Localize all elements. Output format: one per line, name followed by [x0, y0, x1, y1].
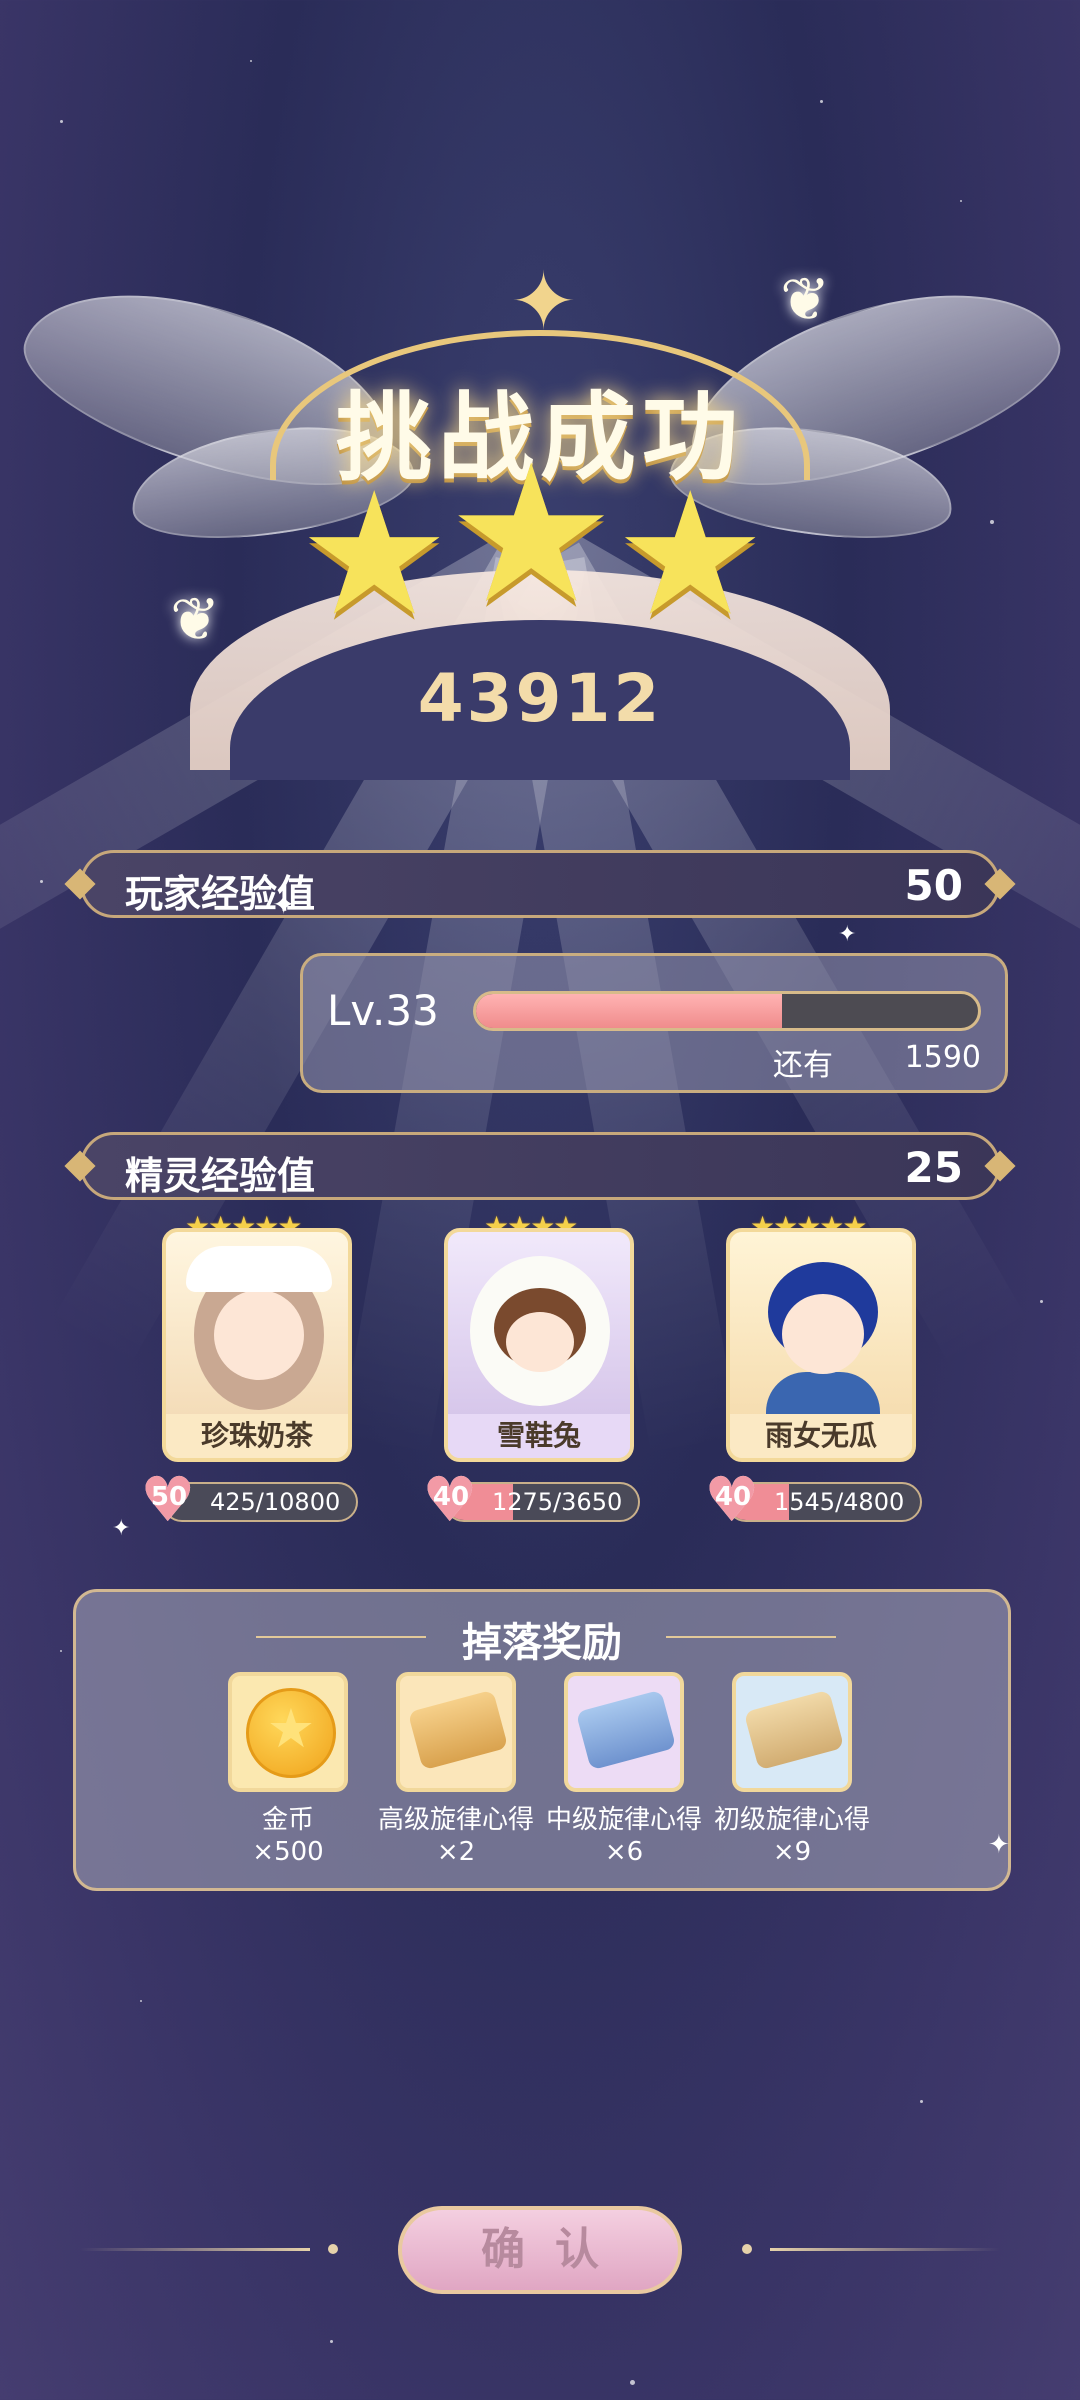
sparkle-icon: ✦	[272, 888, 296, 921]
butterfly-icon: ❦	[170, 585, 221, 655]
player-exp-bar: 玩家经验值 50	[64, 850, 1016, 918]
player-level-progress-fill	[476, 994, 783, 1028]
spirit-name: 珍珠奶茶	[166, 1414, 348, 1458]
sparkle-icon: ✦	[112, 1516, 131, 1541]
divider	[666, 1636, 836, 1638]
reward-count: ×500	[252, 1837, 324, 1867]
spirit-portrait	[166, 1232, 348, 1417]
reward-label: 中级旋律心得 ×6	[534, 1804, 714, 1868]
bar-cap	[984, 1150, 1016, 1182]
reward-name: 中级旋律心得	[545, 1805, 702, 1835]
spirit-level: 40	[432, 1482, 470, 1512]
player-level-panel: Lv.33 还有 1590	[300, 953, 1008, 1093]
player-exp-value: 50	[904, 861, 963, 910]
reward-item-advanced-melody[interactable]	[396, 1672, 516, 1792]
level-heart-badge: ♥ 40	[704, 1469, 762, 1531]
reward-name: 高级旋律心得	[377, 1805, 534, 1835]
spirit-exp-text: 425/10800	[210, 1488, 341, 1516]
sparkle-icon: ✦	[838, 922, 857, 947]
spirit-portrait	[730, 1232, 912, 1432]
rewards-title: 掉落奖励	[462, 1620, 622, 1666]
scroll-tan-icon	[743, 1689, 845, 1771]
scroll-gold-icon	[407, 1689, 509, 1771]
scroll-blue-icon	[575, 1689, 677, 1771]
portrait-face	[782, 1294, 864, 1374]
spirit-name: 雪鞋兔	[448, 1414, 630, 1458]
reward-count: ×9	[772, 1837, 812, 1867]
reward-count: ×2	[436, 1837, 476, 1867]
spirit-exp-bar: 精灵经验值 25	[64, 1132, 1016, 1200]
reward-label: 金币 ×500	[198, 1804, 378, 1868]
reward-item-intermediate-melody[interactable]	[564, 1672, 684, 1792]
spirit-portrait	[448, 1232, 630, 1417]
decor-line-left	[80, 2248, 310, 2251]
spirit-exp-text: 1275/3650	[492, 1488, 623, 1516]
player-level: Lv.33	[327, 986, 439, 1035]
coin-icon: ★	[246, 1688, 336, 1778]
reward-item-basic-melody[interactable]	[732, 1672, 852, 1792]
rating-star-icon: ★	[614, 456, 767, 654]
portrait-face	[214, 1290, 304, 1380]
spirit-exp-value: 25	[904, 1143, 963, 1192]
sparkle-icon: ✦	[988, 1830, 1010, 1860]
confirm-button[interactable]: 确认	[398, 2206, 682, 2294]
portrait-face	[506, 1312, 574, 1372]
remaining-label: 还有	[773, 1048, 833, 1083]
bar-cap	[64, 1150, 96, 1182]
reward-count: ×6	[604, 1837, 644, 1867]
drop-rewards-panel: 掉落奖励 ★ 金币 ×500 高级旋律心得 ×2 中级旋律心得 ×6 初级旋律心…	[73, 1589, 1011, 1891]
spirit-exp-label: 精灵经验值	[125, 1154, 316, 1198]
rating-star-icon: ★	[446, 424, 617, 645]
portrait-bonnet	[186, 1246, 332, 1292]
butterfly-icon: ❦	[780, 265, 831, 335]
spirit-card[interactable]: 雪鞋兔	[444, 1228, 634, 1462]
decor-line-right	[770, 2248, 1000, 2251]
spirit-card[interactable]: 珍珠奶茶	[162, 1228, 352, 1462]
spirit-name: 雨女无瓜	[730, 1414, 912, 1458]
reward-name: 初级旋律心得	[713, 1805, 870, 1835]
reward-name: 金币	[261, 1805, 314, 1835]
rating-star-icon: ★	[298, 456, 451, 654]
remaining-value: 1590	[904, 1040, 981, 1075]
reward-label: 初级旋律心得 ×9	[702, 1804, 882, 1868]
spirit-card[interactable]: 雨女无瓜	[726, 1228, 916, 1462]
player-level-progress	[473, 991, 981, 1031]
reward-label: 高级旋律心得 ×2	[366, 1804, 546, 1868]
reward-item-coin[interactable]: ★	[228, 1672, 348, 1792]
score-value: 43912	[417, 660, 663, 737]
spirit-level: 40	[714, 1482, 752, 1512]
spirit-exp-text: 1545/4800	[774, 1488, 905, 1516]
spirit-level: 50	[150, 1482, 188, 1512]
level-heart-badge: ♥ 50	[140, 1469, 198, 1531]
level-heart-badge: ♥ 40	[422, 1469, 480, 1531]
